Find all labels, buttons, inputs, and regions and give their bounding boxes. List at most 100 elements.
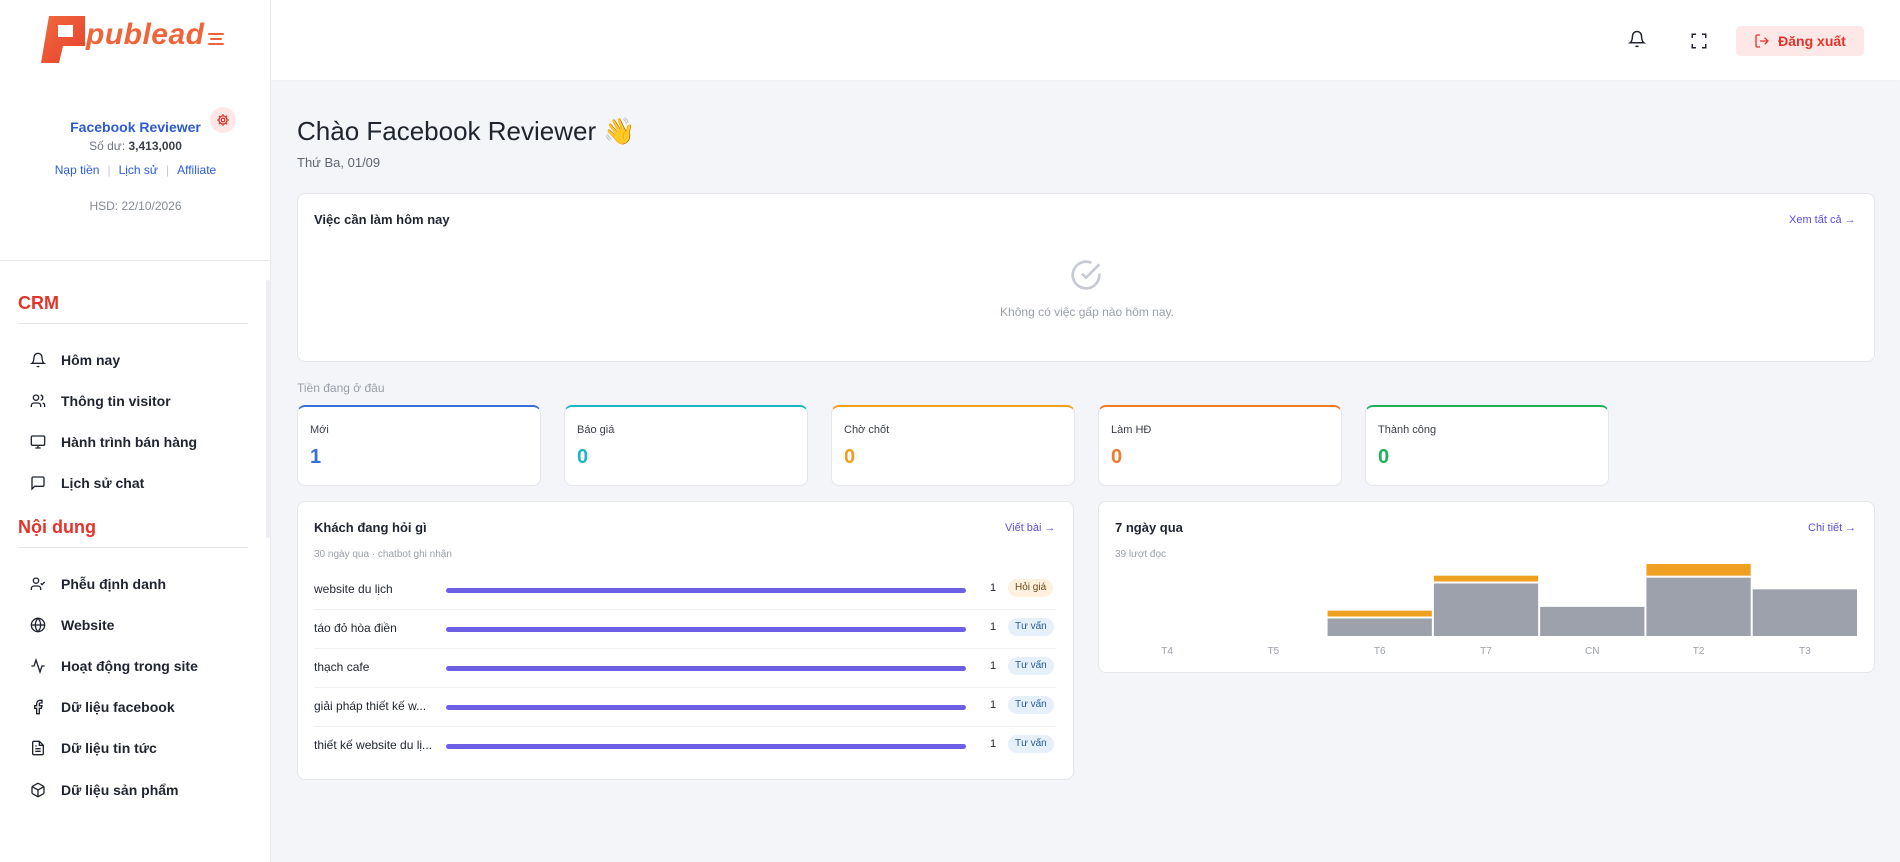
user-check-icon: [30, 577, 46, 590]
question-row[interactable]: website du lịch 1 Hỏi giá: [314, 571, 1056, 610]
chart-bar-t7-s0: [1433, 583, 1539, 636]
sidebar-item-hom-nay[interactable]: Hôm nay: [30, 346, 250, 374]
chart-tick-label: CN: [1585, 646, 1599, 657]
weekly-title: 7 ngày qua: [1115, 520, 1183, 535]
stat-label: Mới: [310, 424, 329, 436]
sidebar-item-label: Dữ liệu sản phẩm: [61, 782, 179, 798]
chart-bar-t6-s1: [1327, 610, 1432, 617]
chart-tick-label: T7: [1480, 646, 1492, 657]
section-title-noi-dung: Nội dung: [18, 517, 96, 537]
question-tag: Tư vấn: [1008, 735, 1054, 753]
chart-bar-t7-s1: [1433, 575, 1539, 582]
sidebar-item-hanh-trinh-ban-hang[interactable]: Hành trình bán hàng: [30, 428, 250, 456]
sidebar-item-label: Dữ liệu tin tức: [61, 740, 157, 756]
question-row[interactable]: giải pháp thiết kế w... 1 Tư vấn: [314, 688, 1056, 727]
weekly-bar-chart: T4 T5 T6 T7 CN T2 T3: [1161, 564, 1857, 657]
questions-title: Khách đang hỏi gì: [314, 520, 427, 535]
question-count: 1: [990, 621, 997, 633]
question-tag: Tư vấn: [1008, 618, 1054, 636]
topup-link[interactable]: Nạp tiền: [55, 163, 100, 177]
stat-card-thanh-cong[interactable]: Thành công 0: [1365, 405, 1609, 486]
sidebar-item-lich-su-chat[interactable]: Lịch sử chat: [30, 469, 250, 497]
sidebar-item-label: Thông tin visitor: [61, 393, 171, 409]
todo-title: Việc cần làm hôm nay: [314, 212, 450, 227]
brand-name[interactable]: publead: [86, 18, 205, 52]
stat-label: Làm HĐ: [1111, 424, 1152, 436]
section-title-crm: CRM: [18, 293, 59, 313]
file-text-icon: [32, 740, 44, 756]
stat-value: 0: [1378, 446, 1390, 468]
question-tag: Tư vấn: [1008, 696, 1054, 714]
chart-tick-label: T5: [1268, 646, 1280, 657]
link-separator: |: [165, 163, 170, 177]
notification-bell-icon[interactable]: [1628, 30, 1646, 48]
question-tag: Tư vấn: [1008, 657, 1054, 675]
money-section-label: Tiền đang ở đâu: [297, 381, 385, 395]
menu-toggle-icon[interactable]: [208, 33, 224, 45]
stat-card-cho-chot[interactable]: Chờ chốt 0: [831, 405, 1075, 486]
stat-value: 0: [844, 446, 856, 468]
weekly-subtitle: 39 lượt đọc: [1115, 549, 1167, 560]
question-text: website du lịch: [314, 582, 393, 596]
package-icon: [31, 782, 45, 798]
stat-card-bao-gia[interactable]: Báo giá 0: [564, 405, 808, 486]
monitor-icon: [30, 435, 46, 449]
detail-link[interactable]: Chi tiết →: [1808, 522, 1856, 534]
logout-icon: [1755, 34, 1770, 48]
sidebar-item-du-lieu-tin-tuc[interactable]: Dữ liệu tin tức: [30, 734, 250, 762]
bell-icon: [30, 352, 46, 368]
settings-gear-icon[interactable]: [210, 107, 236, 133]
sidebar-item-du-lieu-san-pham[interactable]: Dữ liệu sản phẩm: [30, 776, 250, 804]
sidebar-item-label: Phễu định danh: [61, 576, 166, 592]
question-count: 1: [990, 582, 997, 594]
sidebar-item-hoat-dong-trong-site[interactable]: Hoạt động trong site: [30, 652, 250, 680]
question-count: 1: [990, 699, 997, 711]
chart-bar-t2-s0: [1646, 577, 1751, 636]
chart-bar-t6-s0: [1327, 618, 1432, 636]
stat-card-moi[interactable]: Mới 1: [297, 405, 541, 486]
section-divider: [18, 323, 248, 324]
stat-card-lam-hd[interactable]: Làm HĐ 0: [1098, 405, 1342, 486]
sidebar-divider: [0, 260, 271, 261]
chart-bar-t3-s0: [1752, 589, 1857, 636]
questions-subtitle: 30 ngày qua · chatbot ghi nhận: [314, 549, 452, 560]
question-bar: [446, 588, 966, 593]
section-divider: [18, 547, 248, 548]
sidebar-scrollbar[interactable]: [266, 280, 270, 538]
question-bar: [446, 627, 966, 632]
affiliate-link[interactable]: Affiliate: [177, 163, 216, 177]
todo-empty-message: Không có việc gấp nào hôm nay.: [1000, 305, 1174, 319]
question-text: giải pháp thiết kế w...: [314, 699, 427, 713]
question-count: 1: [990, 738, 997, 750]
globe-icon: [30, 617, 46, 633]
balance: Số dư: 3,413,000: [0, 139, 271, 153]
question-text: thiết kế website du lị...: [314, 738, 433, 752]
stat-label: Báo giá: [577, 424, 615, 436]
stat-label: Thành công: [1378, 424, 1437, 436]
publead-logo-icon[interactable]: [41, 16, 85, 63]
question-text: thạch cafe: [314, 660, 370, 674]
sidebar-item-thong-tin-visitor[interactable]: Thông tin visitor: [30, 387, 250, 415]
sidebar-item-pheu-dinh-danh[interactable]: Phễu định danh: [30, 570, 250, 598]
chart-tick-label: T6: [1374, 646, 1386, 657]
sidebar-item-website[interactable]: Website: [30, 611, 250, 639]
chart-bar-t2-s1: [1646, 564, 1751, 576]
link-separator: |: [107, 163, 111, 177]
question-row[interactable]: thiết kế website du lị... 1 Tư vấn: [314, 727, 1056, 766]
question-row[interactable]: thạch cafe 1 Tư vấn: [314, 649, 1056, 688]
question-row[interactable]: táo đỏ hòa điền 1 Tư vấn: [314, 610, 1056, 649]
chat-icon: [31, 476, 45, 491]
view-all-link[interactable]: Xem tất cả →: [1789, 214, 1856, 226]
logout-button[interactable]: Đăng xuất: [1736, 26, 1864, 56]
facebook-icon: [34, 699, 43, 715]
top-header: [271, 0, 1900, 80]
expiry-date: HSD: 22/10/2026: [89, 199, 182, 213]
chart-bar-cn-s0: [1540, 606, 1645, 636]
sidebar-item-du-lieu-facebook[interactable]: Dữ liệu facebook: [30, 693, 250, 721]
stat-label: Chờ chốt: [844, 424, 890, 436]
history-link[interactable]: Lịch sử: [119, 163, 158, 177]
sidebar-item-label: Website: [61, 617, 115, 633]
write-post-link[interactable]: Viết bài →: [1005, 522, 1056, 534]
fullscreen-icon[interactable]: [1690, 32, 1708, 50]
question-bar: [446, 705, 966, 710]
